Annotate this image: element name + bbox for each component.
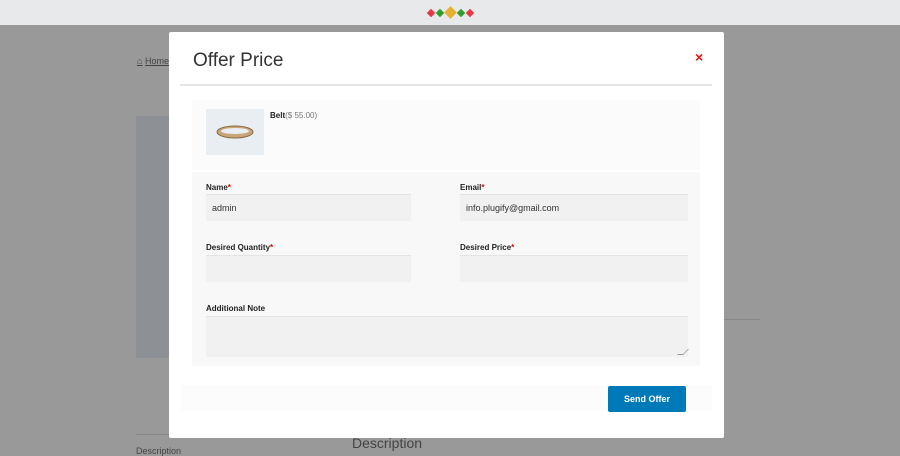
- note-textarea[interactable]: [206, 316, 688, 357]
- divider: [720, 319, 760, 320]
- divider: [180, 84, 712, 86]
- name-field[interactable]: admin: [206, 194, 411, 221]
- price-field[interactable]: [460, 255, 688, 282]
- logo-icon: [443, 6, 457, 19]
- logo-icon: [435, 8, 444, 17]
- offer-form: Name* admin Email* info.plugify@gmail.co…: [192, 172, 700, 366]
- breadcrumb: ⌂ Home: [137, 56, 169, 66]
- note-label: Additional Note: [206, 304, 266, 313]
- product-summary: Belt($ 55.00): [192, 100, 700, 170]
- product-price: ($ 55.00): [285, 111, 318, 120]
- breadcrumb-home[interactable]: Home: [145, 56, 169, 66]
- product-thumbnail: [206, 109, 264, 155]
- belt-icon: [216, 125, 254, 139]
- product-name: Belt($ 55.00): [270, 111, 317, 120]
- close-icon[interactable]: ×: [695, 49, 703, 65]
- quantity-field[interactable]: [206, 255, 411, 282]
- tab-description[interactable]: Description: [136, 446, 181, 456]
- price-label: Desired Price*: [460, 243, 515, 252]
- logo-icon: [465, 8, 474, 17]
- name-label: Name*: [206, 183, 231, 192]
- home-icon: ⌂: [137, 56, 143, 66]
- quantity-label: Desired Quantity*: [206, 243, 274, 252]
- logo-icon: [456, 8, 465, 17]
- modal-title: Offer Price: [193, 50, 284, 71]
- top-bar: [0, 0, 900, 25]
- send-offer-button[interactable]: Send Offer: [608, 386, 686, 412]
- email-field[interactable]: info.plugify@gmail.com: [460, 194, 688, 221]
- product-title: Belt: [270, 111, 286, 120]
- logo-icon: [426, 8, 435, 17]
- email-label: Email*: [460, 183, 485, 192]
- offer-price-modal: Offer Price × Belt($ 55.00) Name* admin …: [169, 32, 724, 438]
